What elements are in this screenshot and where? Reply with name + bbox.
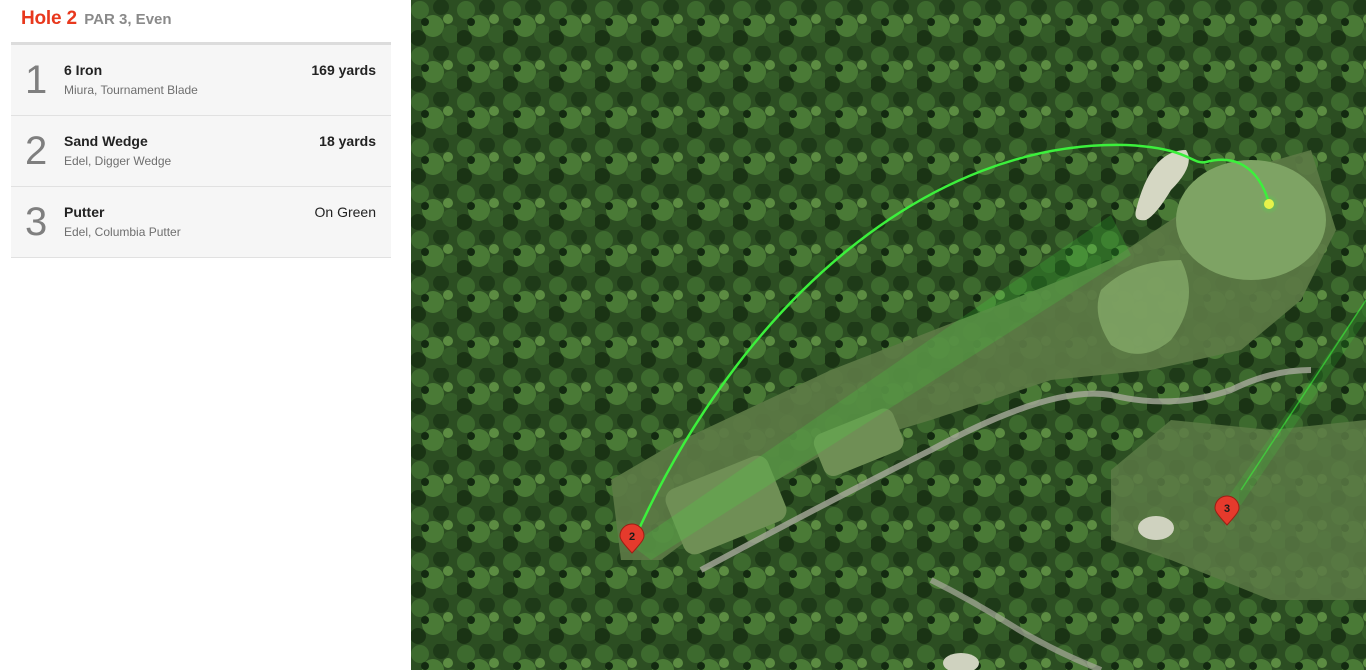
hole-details: PAR 3, Even [84,11,172,28]
pin-label: 3 [1224,503,1230,515]
shot-distance: 18 yards [319,133,376,149]
shot-number: 1 [25,58,48,102]
shot-number: 3 [25,200,48,244]
club-model: Edel, Columbia Putter [64,225,181,239]
pin-label: 2 [629,531,635,543]
shot-row-1[interactable]: 1 6 Iron Miura, Tournament Blade 169 yar… [11,45,391,116]
map-canvas[interactable]: 2 3 [411,0,1366,670]
club-name: 6 Iron [64,62,103,78]
sidebar: Hole 2 PAR 3, Even 1 6 Iron Miura, Tourn… [0,0,411,670]
shot-row-2[interactable]: 2 Sand Wedge Edel, Digger Wedge 18 yards [11,116,391,187]
club-model: Miura, Tournament Blade [64,83,198,97]
club-model: Edel, Digger Wedge [64,154,172,168]
shot-distance: 169 yards [311,62,376,78]
ball-marker [1264,199,1274,209]
hole-header: Hole 2 PAR 3, Even [21,8,172,38]
shot-status: On Green [314,204,376,220]
satellite-map[interactable]: 2 3 [411,0,1366,670]
club-name: Sand Wedge [64,133,148,149]
shot-row-3[interactable]: 3 Putter Edel, Columbia Putter On Green [11,187,391,258]
hole-title: Hole 2 [21,8,77,29]
shot-number: 2 [25,129,48,173]
shot-list: 1 6 Iron Miura, Tournament Blade 169 yar… [11,45,391,258]
green [1176,160,1326,280]
bunker-small [1138,516,1174,540]
club-name: Putter [64,204,105,220]
